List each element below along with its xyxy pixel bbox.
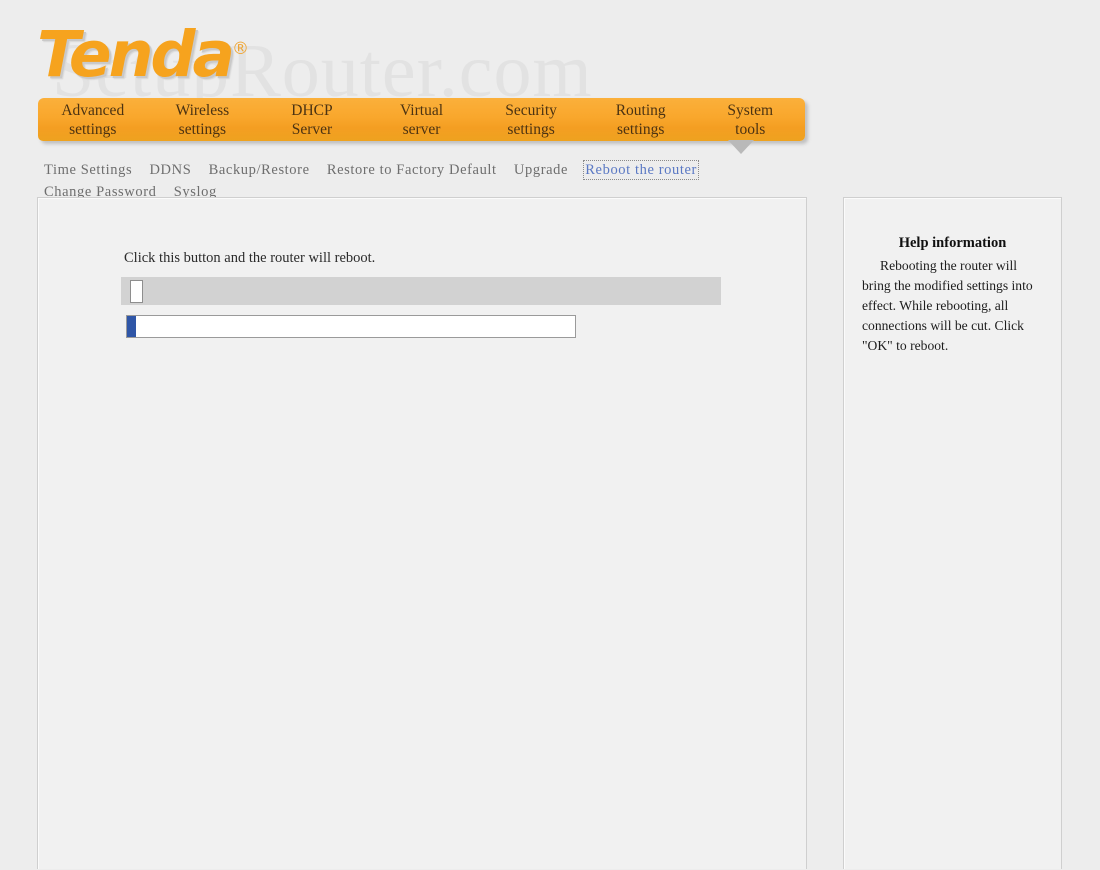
subnav-item-reboot-the-router[interactable]: Reboot the router <box>583 160 699 180</box>
registered-mark-icon: ® <box>232 39 250 59</box>
tenda-logo: Tenda® <box>37 18 249 91</box>
help-panel-title: Help information <box>898 235 1007 251</box>
nav-item-routing-settings[interactable]: Routing settings <box>586 101 696 139</box>
active-tab-pointer-icon <box>728 140 754 154</box>
main-content-panel: Click this button and the router will re… <box>37 197 807 869</box>
reboot-button-bar <box>121 277 721 305</box>
nav-item-system-tools[interactable]: System tools <box>695 101 805 139</box>
nav-item-wireless-settings[interactable]: Wireless settings <box>148 101 258 139</box>
reboot-button[interactable] <box>130 280 143 303</box>
reboot-instruction-text: Click this button and the router will re… <box>124 250 376 266</box>
help-panel-body: Rebooting the router will bring the modi… <box>862 258 1033 353</box>
main-navigation-bar: Advanced settings Wireless settings DHCP… <box>38 98 805 141</box>
reboot-progress-bar <box>126 315 576 338</box>
page-header: SetupRouter.com Tenda® Advanced settings… <box>0 0 1100 200</box>
nav-item-security-settings[interactable]: Security settings <box>476 101 586 139</box>
reboot-progress-fill <box>127 316 136 337</box>
nav-item-dhcp-server[interactable]: DHCP Server <box>257 101 367 139</box>
subnav-item-time-settings[interactable]: Time Settings <box>44 162 132 178</box>
subnav-item-ddns[interactable]: DDNS <box>149 162 191 178</box>
subnav-item-backup-restore[interactable]: Backup/Restore <box>209 162 310 178</box>
subnav-item-restore-factory-default[interactable]: Restore to Factory Default <box>327 162 497 178</box>
logo-text: Tenda <box>37 18 235 91</box>
subnav-item-upgrade[interactable]: Upgrade <box>514 162 568 178</box>
help-information-panel: Help information Rebooting the router wi… <box>843 197 1062 869</box>
nav-item-advanced-settings[interactable]: Advanced settings <box>38 101 148 139</box>
nav-item-virtual-server[interactable]: Virtual server <box>367 101 477 139</box>
